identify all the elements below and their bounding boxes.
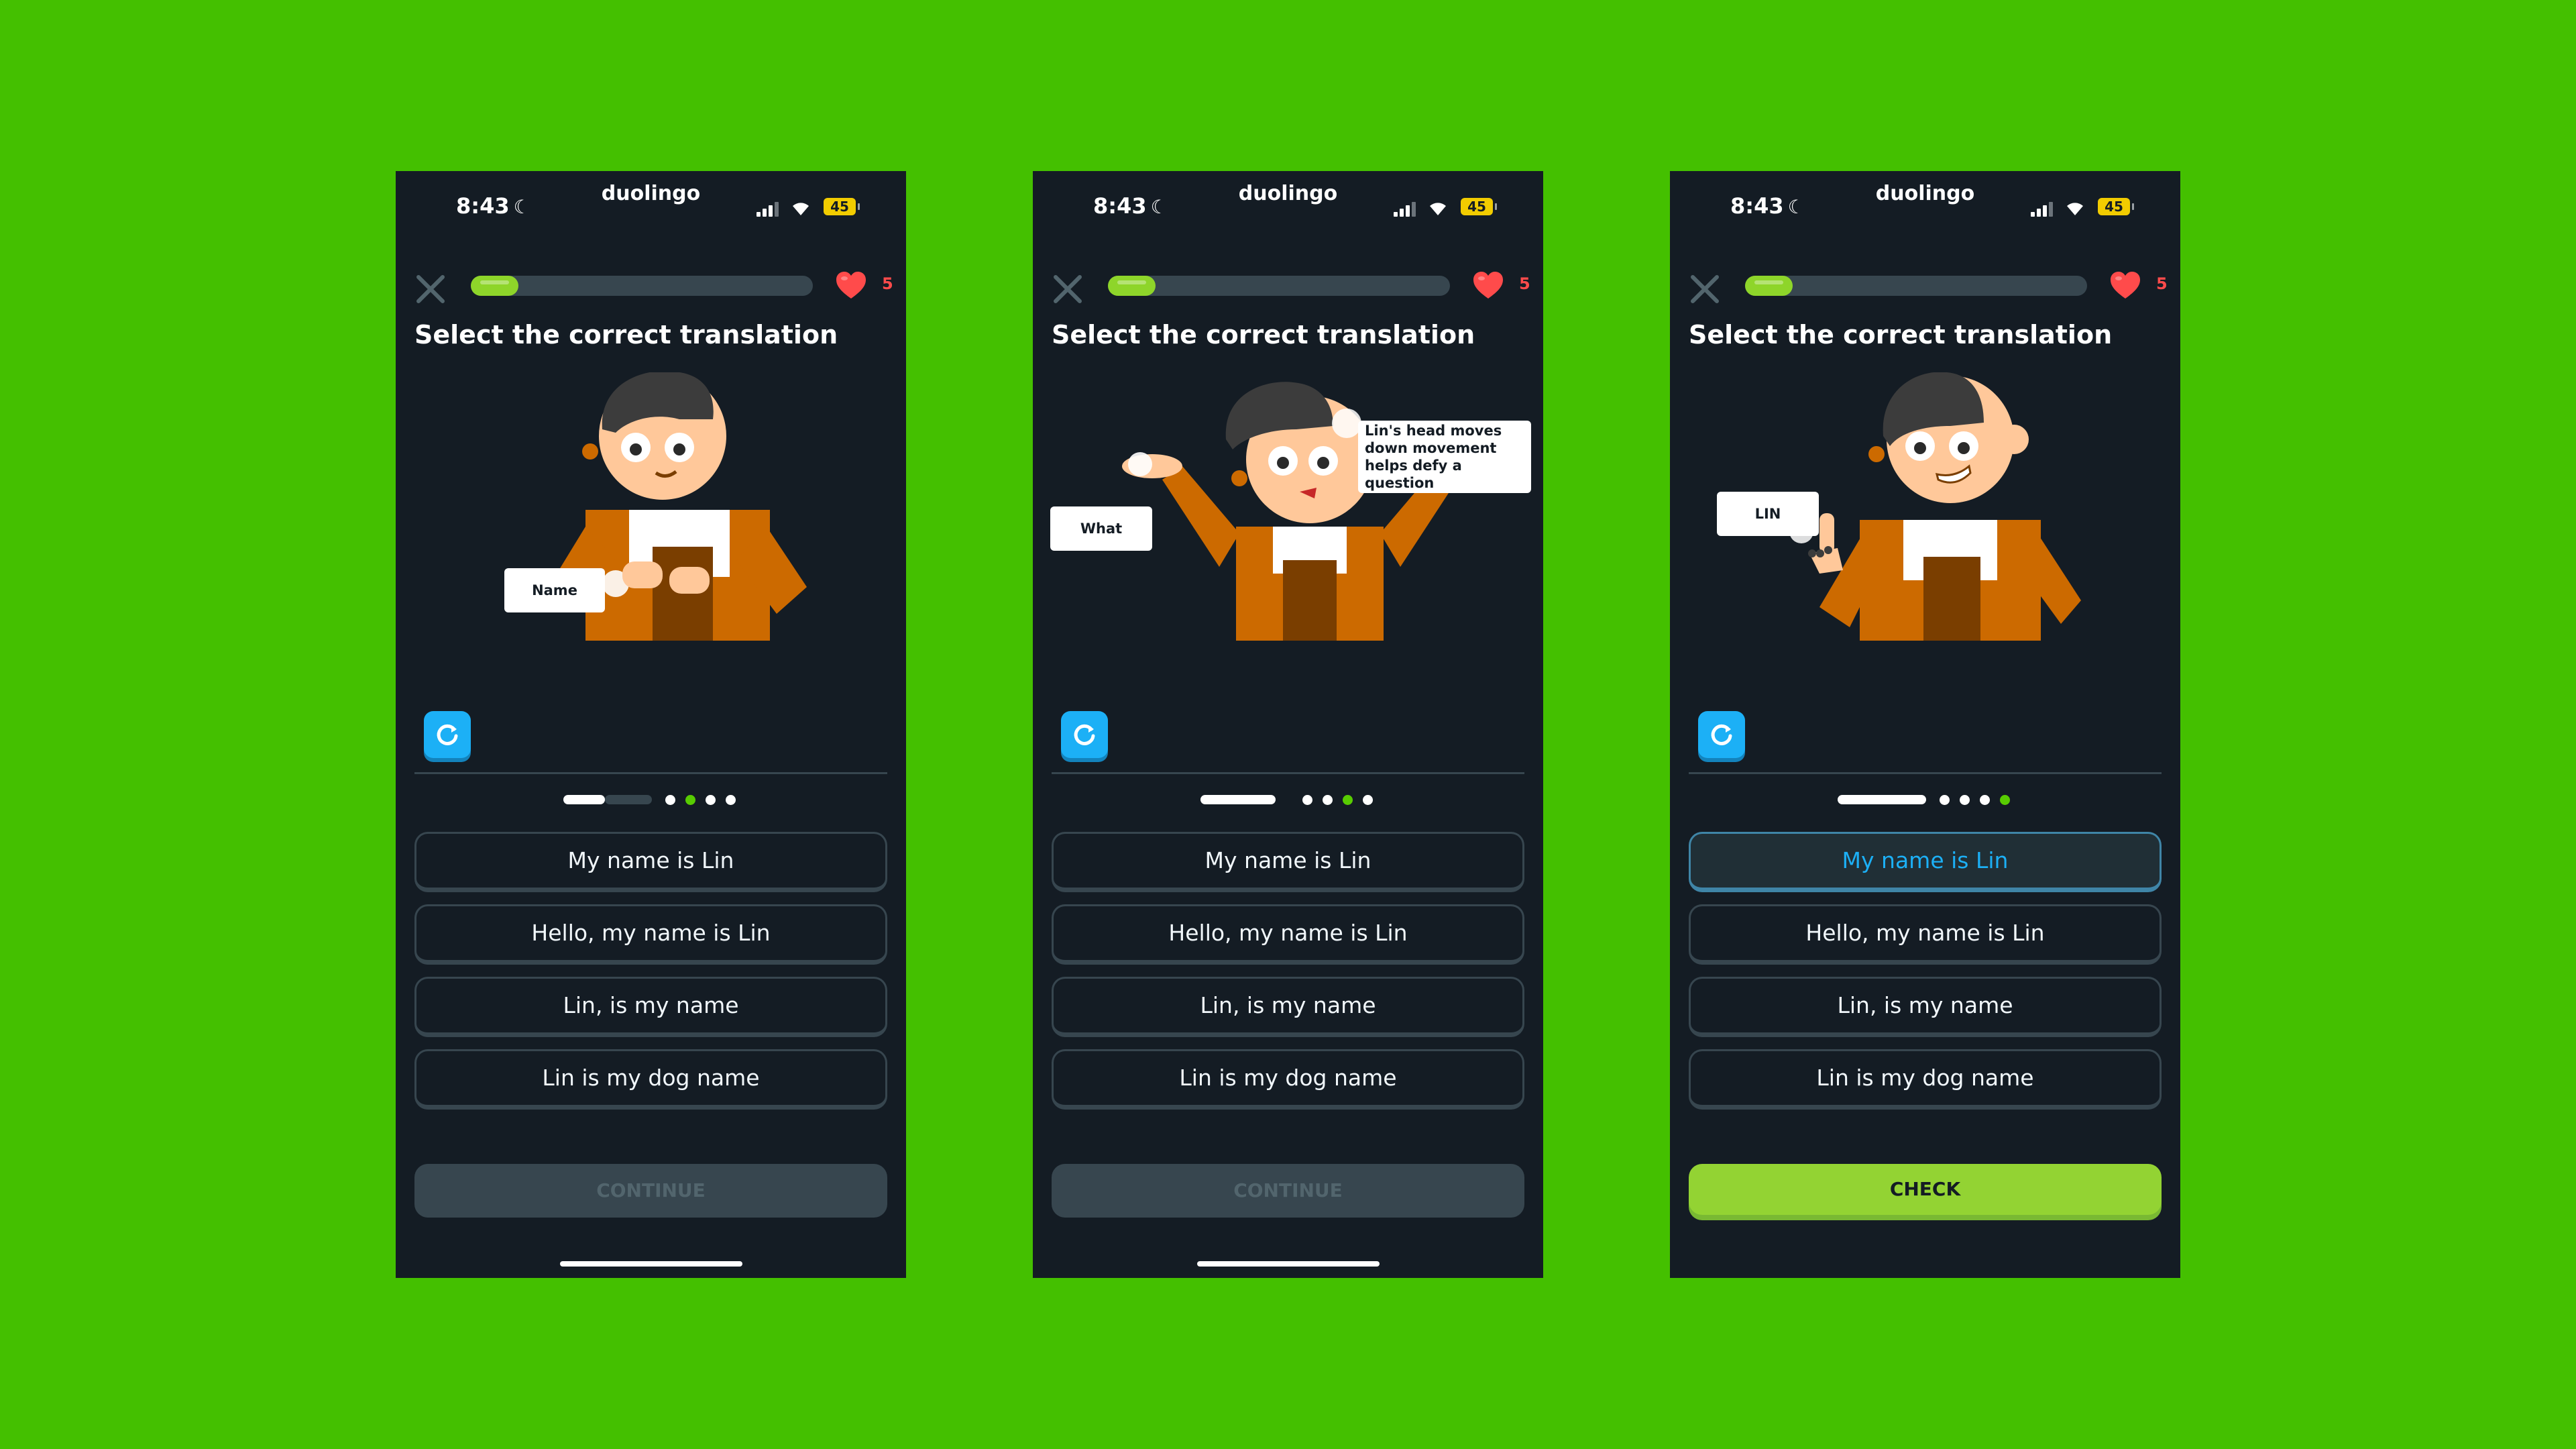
heart-icon [2111, 272, 2140, 299]
question-title: Select the correct translation [1689, 320, 2113, 350]
answer-option-2[interactable]: Hello, my name is Lin [1052, 904, 1524, 965]
speech-bubble: Name [504, 568, 605, 612]
wifi-icon [1430, 203, 1446, 215]
hearts-count: 5 [882, 274, 893, 293]
divider [414, 772, 887, 774]
home-indicator[interactable] [1197, 1261, 1380, 1267]
replay-button[interactable] [424, 711, 471, 758]
slide-dot [2000, 795, 2010, 805]
divider [1052, 772, 1524, 774]
close-icon[interactable] [1049, 270, 1086, 308]
status-bar: 8:43 ☾ duolingo 45 [1670, 171, 2180, 245]
lesson-progress-bar [471, 276, 813, 296]
replay-icon [437, 724, 458, 745]
home-indicator[interactable] [560, 1261, 742, 1267]
character-illustration [414, 372, 887, 641]
hearts-counter[interactable]: 5 [1472, 270, 1539, 301]
slide-dot [1940, 795, 1950, 805]
battery-icon: 45 [824, 198, 860, 215]
slide-indicator-active [1838, 795, 1926, 804]
slide-dot [1960, 795, 1970, 805]
speech-bubble: What [1050, 506, 1152, 551]
answer-option-4[interactable]: Lin is my dog name [1689, 1049, 2162, 1110]
answer-option-4[interactable]: Lin is my dog name [1052, 1049, 1524, 1110]
slide-dot [685, 795, 695, 805]
lesson-progress-bar [1745, 276, 2087, 296]
hearts-count: 5 [1519, 274, 1530, 293]
speech-bubble: LIN [1717, 492, 1819, 536]
question-title: Select the correct translation [1052, 320, 1475, 350]
hearts-counter[interactable]: 5 [835, 270, 902, 301]
slide-dot [1343, 795, 1353, 805]
lesson-progress-bar [1108, 276, 1450, 296]
hint-bubble: Lin's head moves down movement helps def… [1358, 421, 1531, 493]
battery-icon: 45 [1461, 198, 1497, 215]
divider [1689, 772, 2162, 774]
answer-option-1[interactable]: My name is Lin [414, 832, 887, 892]
signal-icon [2031, 202, 2054, 217]
answer-option-2[interactable]: Hello, my name is Lin [1689, 904, 2162, 965]
answer-option-1[interactable]: My name is Lin [1052, 832, 1524, 892]
lin-character [549, 372, 807, 641]
replay-button[interactable] [1061, 711, 1108, 758]
lesson-progress-fill [1745, 276, 1793, 296]
signal-icon [1394, 202, 1416, 217]
heart-icon [836, 272, 866, 299]
answer-option-3[interactable]: Lin, is my name [1052, 977, 1524, 1037]
close-icon[interactable] [1686, 270, 1724, 308]
battery-icon: 45 [2098, 198, 2134, 215]
wifi-icon [2067, 203, 2083, 215]
answer-option-2[interactable]: Hello, my name is Lin [414, 904, 887, 965]
slide-indicator-active [563, 795, 605, 804]
continue-button[interactable]: CONTINUE [414, 1164, 887, 1218]
heart-icon [1473, 272, 1503, 299]
check-button[interactable]: CHECK [1689, 1164, 2162, 1215]
answer-option-4[interactable]: Lin is my dog name [414, 1049, 887, 1110]
slide-dot [706, 795, 716, 805]
close-icon[interactable] [412, 270, 449, 308]
lesson-progress-fill [1108, 276, 1156, 296]
slide-dot [1980, 795, 1990, 805]
slide-dot [1363, 795, 1373, 805]
question-title: Select the correct translation [414, 320, 838, 350]
status-bar: 8:43 ☾ duolingo 45 [396, 171, 906, 245]
answer-option-3[interactable]: Lin, is my name [1689, 977, 2162, 1037]
hearts-count: 5 [2156, 274, 2168, 293]
slide-dot [726, 795, 736, 805]
lesson-progress-fill [471, 276, 519, 296]
phone-screen-2: 8:43 ☾ duolingo 45 5 Select the correct t… [1033, 171, 1543, 1278]
slide-dot [1302, 795, 1312, 805]
slide-dot [1323, 795, 1333, 805]
phone-screen-1: 8:43 ☾ duolingo 45 5 Select the correct t… [396, 171, 906, 1278]
replay-button[interactable] [1698, 711, 1745, 758]
slide-dot [665, 795, 675, 805]
status-bar: 8:43 ☾ duolingo 45 [1033, 171, 1543, 245]
answer-option-3[interactable]: Lin, is my name [414, 977, 887, 1037]
replay-icon [1711, 724, 1732, 745]
phone-screen-3: 8:43 ☾ duolingo 45 5 Select the correct t… [1670, 171, 2180, 1278]
slide-indicator-track [605, 795, 652, 804]
answer-option-1-selected[interactable]: My name is Lin [1689, 832, 2162, 892]
continue-button[interactable]: CONTINUE [1052, 1164, 1524, 1218]
signal-icon [757, 202, 779, 217]
slide-indicator-active [1200, 795, 1276, 804]
replay-icon [1074, 724, 1095, 745]
wifi-icon [793, 203, 809, 215]
hearts-counter[interactable]: 5 [2109, 270, 2176, 301]
